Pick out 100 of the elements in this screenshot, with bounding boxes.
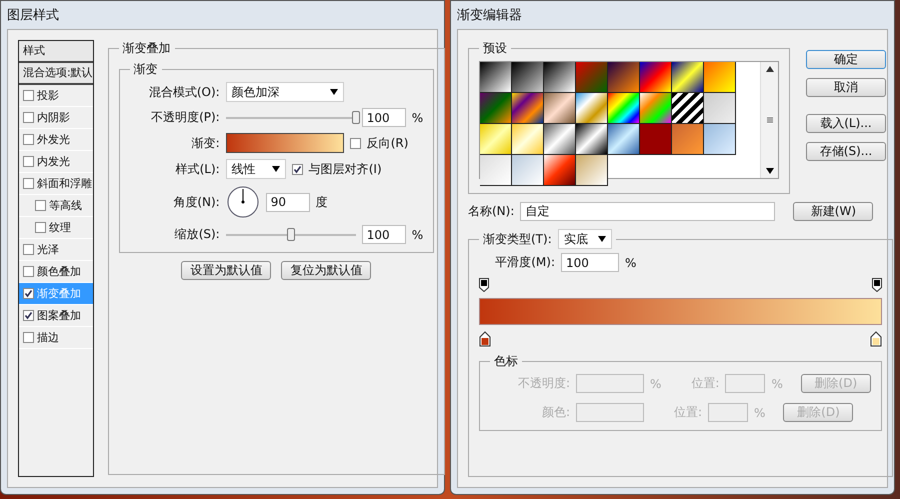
style-list-item[interactable]: 等高线 [19,195,93,217]
style-list-item[interactable]: 图案叠加 [19,305,93,327]
gradient-type-dropdown[interactable]: 实底 [558,229,612,249]
gradient-preset[interactable] [544,124,576,155]
window-title: 渐变编辑器 [457,7,522,24]
color-stop-icon[interactable] [870,331,882,347]
position-input[interactable] [708,403,748,422]
stop-color-swatch[interactable] [576,403,644,422]
style-list-item[interactable]: 纹理 [19,217,93,239]
dialog-button[interactable]: 取消 [806,78,886,97]
field-label: 颜色: [540,404,570,421]
dialog-button[interactable]: 确定 [806,50,886,69]
scroll-down-icon [766,168,774,174]
gradient-preset[interactable] [512,62,544,93]
color-stop-icon[interactable] [479,331,491,347]
gradient-preset[interactable] [480,155,512,186]
stop-opacity-input[interactable] [576,374,644,393]
grip-icon [766,117,772,123]
checkbox[interactable] [23,288,34,299]
opacity-stop-icon[interactable] [872,278,882,292]
position-input[interactable] [725,374,766,393]
style-list-item[interactable]: 投影 [19,85,93,107]
gradient-preset[interactable] [512,124,544,155]
gradient-preset[interactable] [704,124,736,155]
style-list-item[interactable]: 内发光 [19,151,93,173]
style-dropdown[interactable]: 线性 [226,159,286,179]
gradient-preset[interactable] [480,124,512,155]
field-label: 位置: [674,404,702,421]
default-button[interactable]: 设置为默认值 [181,261,272,280]
gradient-preset[interactable] [640,93,672,124]
caret-icon [330,89,338,95]
style-list-item[interactable]: 斜面和浮雕 [19,173,93,195]
field-label: 不透明度: [516,375,570,392]
checkbox[interactable] [23,244,34,255]
style-list-item[interactable]: 光泽 [19,239,93,261]
checkbox[interactable] [292,164,303,174]
style-list-item[interactable]: 内阴影 [19,107,93,129]
gradient-preset[interactable] [544,93,576,124]
gradient-preset[interactable] [544,155,576,186]
checkbox[interactable] [23,332,34,343]
gradient-preset[interactable] [544,62,576,93]
gradient-preset[interactable] [576,155,608,186]
dialog-button[interactable]: 载入(L)... [806,114,886,133]
unit-label: % [625,256,636,270]
checkbox[interactable] [23,156,34,167]
gradient-preset[interactable] [512,155,544,186]
gradient-preset[interactable] [480,62,512,93]
field-label: 角度(N): [172,194,220,210]
gradient-preset[interactable] [576,124,608,155]
checkbox[interactable] [350,138,361,148]
unit-label: % [412,228,424,242]
style-list-item[interactable]: 混合选项:默认 [19,63,93,85]
style-list-item[interactable]: 样式 [19,41,93,63]
group-title: 预设 [482,40,508,57]
caret-icon [598,236,606,242]
checkbox[interactable] [35,222,46,233]
gradient-preset[interactable] [512,93,544,124]
checkbox[interactable] [23,266,34,277]
slider-thumb[interactable] [352,110,360,124]
gradient-preset[interactable] [608,124,640,155]
field-label: 渐变类型(T): [483,230,552,248]
gradient-preset[interactable] [608,93,640,124]
checkbox[interactable] [35,200,46,211]
field-label: 平滑度(M): [494,254,555,271]
checkbox[interactable] [23,90,34,101]
new-button[interactable]: 新建(W) [793,202,874,221]
gradient-preset[interactable] [672,124,704,155]
unit-label: % [771,376,783,390]
smoothness-input[interactable]: 100 [561,253,619,272]
checkbox[interactable] [23,310,34,321]
gradient-preset[interactable] [672,62,704,93]
scrollbar[interactable] [760,62,778,178]
gradient-preset[interactable] [576,93,608,124]
dialog-button[interactable]: 存储(S)... [806,142,886,161]
scale-input[interactable]: 100 [362,225,406,244]
group-title: 渐变 [132,61,159,78]
opacity-input[interactable]: 100 [362,108,406,127]
blend-mode-dropdown[interactable]: 颜色加深 [226,82,344,102]
style-list-item[interactable]: 外发光 [19,129,93,151]
gradient-swatch[interactable] [226,133,344,153]
checkbox-label: 反向(R) [366,134,408,152]
checkbox-label: 与图层对齐(I) [308,160,382,178]
gradient-preset[interactable] [640,62,672,93]
scroll-up-icon [766,66,774,72]
slider-thumb[interactable] [286,228,295,240]
checkbox[interactable] [23,112,34,123]
style-list-item[interactable]: 描边 [19,327,93,349]
unit-label: 度 [316,194,328,210]
gradient-preset[interactable] [704,93,736,124]
default-button[interactable]: 复位为默认值 [281,261,372,280]
opacity-stop-icon[interactable] [479,278,489,292]
field-label: 渐变: [190,134,220,152]
gradient-preset[interactable] [672,93,704,124]
checkbox[interactable] [23,178,34,189]
angle-dial-icon[interactable] [226,185,260,219]
gradient-preset[interactable] [704,62,736,93]
field-label: 混合模式(O): [148,84,220,100]
name-input[interactable]: 自定 [520,202,776,221]
checkbox[interactable] [23,134,34,145]
angle-input[interactable]: 90 [266,192,310,212]
